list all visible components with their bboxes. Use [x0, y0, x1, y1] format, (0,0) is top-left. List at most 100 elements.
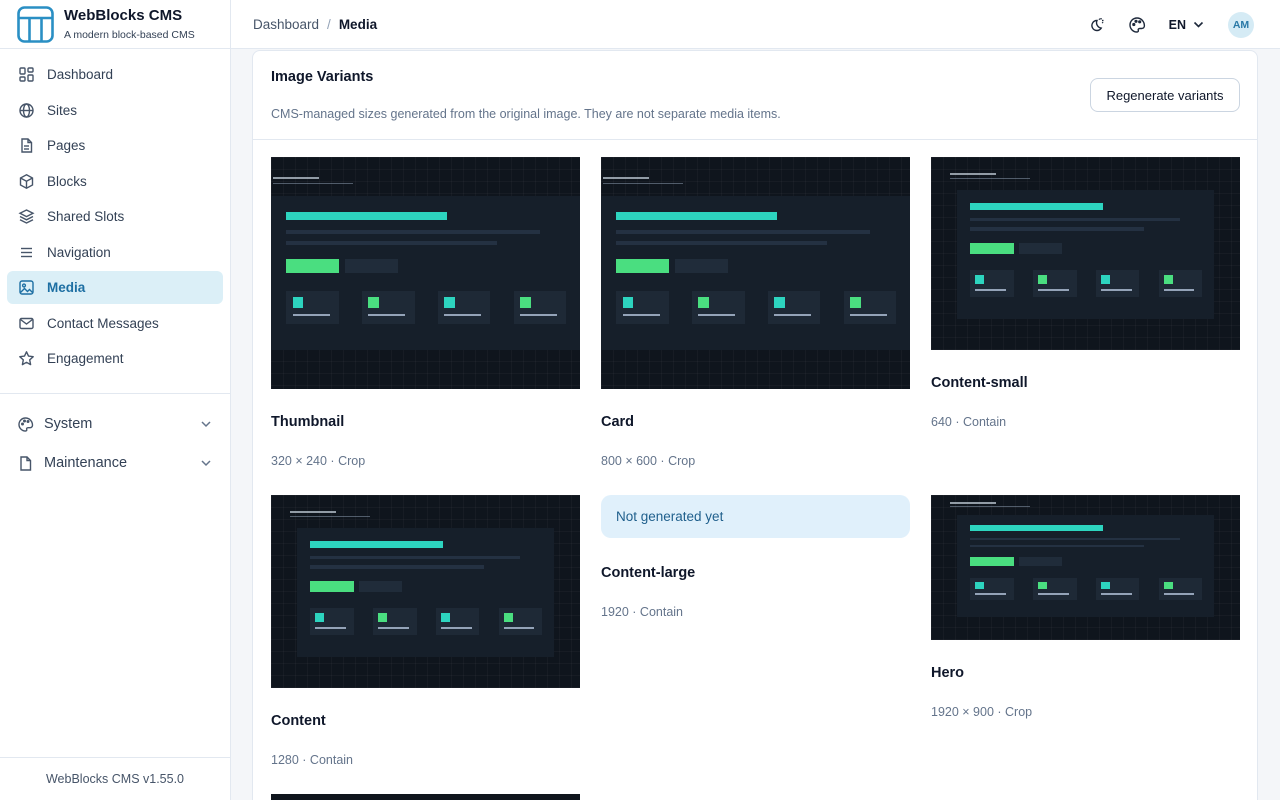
logo-icon — [17, 5, 54, 43]
sidebar-item-blocks[interactable]: Blocks — [7, 165, 223, 198]
star-icon — [19, 351, 34, 366]
preview-tile-icon — [378, 613, 388, 623]
preview-title-bar — [286, 211, 448, 221]
preview-tile-icon — [440, 613, 450, 623]
sidebar-nav: Dashboard Sites Pages Blocks Shared Slot… — [0, 49, 230, 481]
sidebar-item-pages[interactable]: Pages — [7, 129, 223, 162]
variant-preview-image[interactable] — [271, 495, 580, 688]
regenerate-variants-button[interactable]: Regenerate variants — [1090, 78, 1240, 112]
preview-tile-icon — [503, 613, 513, 623]
preview-tile-icon — [315, 613, 325, 623]
variant-content-small: Content-small 640 · Contain — [931, 157, 1240, 429]
preview-tile-text — [378, 627, 409, 630]
preview-primary-button — [616, 259, 669, 273]
variant-content: Content 1280 · Contain — [271, 495, 580, 767]
preview-tile-text — [1163, 289, 1195, 292]
palette-icon — [18, 416, 34, 432]
preview-primary-button — [310, 580, 354, 593]
preview-primary-button — [286, 259, 339, 273]
preview-tile-icon — [849, 297, 861, 309]
sidebar-item-shared-slots[interactable]: Shared Slots — [7, 200, 223, 233]
preview-tile-icon — [622, 297, 634, 309]
layers-icon — [18, 209, 35, 224]
nav-divider — [0, 393, 230, 394]
preview-tile-text — [975, 593, 1006, 596]
preview-tile-text — [1100, 289, 1132, 292]
variant-name: Card — [601, 414, 635, 430]
not-generated-status: Not generated yet — [601, 495, 910, 538]
variant-meta: 1920 × 900 · Crop — [931, 705, 1033, 719]
brand[interactable]: WebBlocks CMS A modern block-based CMS — [0, 0, 230, 49]
preview-tile-text — [292, 314, 330, 317]
variant-preview-image[interactable] — [271, 794, 580, 800]
language-selector[interactable]: EN — [1169, 18, 1205, 32]
menu-icon — [21, 247, 32, 257]
variant-meta: 1280 · Contain — [271, 753, 354, 767]
preview-tile-text — [1100, 593, 1132, 596]
chevron-down-icon — [201, 460, 211, 467]
preview-subheading — [949, 506, 1031, 508]
preview-title-bar — [310, 540, 444, 548]
variant-preview-image[interactable] — [931, 157, 1240, 350]
avatar[interactable]: AM — [1228, 11, 1254, 38]
preview-secondary-button — [358, 580, 403, 593]
preview-heading — [949, 502, 997, 505]
variant-meta: 1920 · Contain — [601, 605, 684, 619]
file-icon — [20, 455, 32, 471]
preview-title-bar — [970, 525, 1104, 532]
preview-tile-text — [849, 314, 887, 317]
variant-name: Thumbnail — [271, 414, 345, 430]
preview-tile-icon — [1038, 582, 1048, 590]
variant-thumbnail: Thumbnail 320 × 240 · Crop — [271, 157, 580, 468]
preview-text-line — [310, 565, 485, 569]
brand-title: WebBlocks CMS — [64, 6, 183, 24]
preview-text-line — [310, 556, 521, 560]
sidebar-item-navigation[interactable]: Navigation — [7, 236, 223, 269]
sidebar-item-dashboard[interactable]: Dashboard — [7, 58, 223, 91]
variant-meta: 800 × 600 · Crop — [601, 454, 696, 468]
sidebar-item-label: Sites — [47, 102, 78, 118]
breadcrumb-separator: / — [327, 16, 331, 32]
theme-toggle-icon[interactable] — [1087, 16, 1105, 34]
preview-subheading — [272, 182, 354, 184]
sidebar-item-label: Navigation — [47, 244, 111, 260]
variant-preview-image[interactable] — [931, 495, 1240, 640]
sidebar-item-engagement[interactable]: Engagement — [7, 342, 223, 375]
variant-preview-image[interactable] — [271, 157, 580, 389]
topbar-actions: EN AM — [1087, 0, 1254, 49]
sidebar-item-label: Dashboard — [47, 67, 114, 82]
sidebar-item-media[interactable]: Media — [7, 271, 223, 304]
preview-tile-text — [1163, 593, 1195, 596]
preview-tile-text — [368, 314, 406, 317]
preview-text-line — [286, 240, 497, 245]
panel-title: Image Variants — [271, 69, 374, 85]
preview-tile-text — [774, 314, 812, 317]
sidebar-item-label: Shared Slots — [47, 209, 125, 224]
preview-tile-icon — [1100, 582, 1110, 590]
sidebar-group-system[interactable]: System — [7, 406, 223, 442]
palette-icon[interactable] — [1128, 16, 1146, 34]
breadcrumb-dashboard-link[interactable]: Dashboard — [253, 17, 319, 32]
preview-primary-button — [970, 242, 1014, 255]
sidebar-group-maintenance[interactable]: Maintenance — [7, 445, 223, 481]
preview-tile-icon — [1163, 275, 1173, 285]
preview-secondary-button — [345, 259, 398, 273]
chevron-down-icon — [201, 421, 211, 428]
sidebar-item-contact-messages[interactable]: Contact Messages — [7, 307, 223, 340]
preview-tile-text — [315, 627, 346, 630]
preview-tile-text — [1038, 593, 1069, 596]
preview-tile-icon — [1100, 275, 1110, 285]
preview-tile-icon — [368, 297, 380, 309]
preview-tile-icon — [1038, 275, 1048, 285]
panel-description: CMS-managed sizes generated from the ori… — [271, 107, 781, 121]
page-icon — [21, 138, 33, 153]
preview-text-line — [970, 537, 1181, 541]
sidebar-item-label: Engagement — [47, 351, 124, 366]
variant-preview-image[interactable] — [601, 157, 910, 389]
preview-tile-icon — [444, 297, 455, 309]
preview-secondary-button — [1018, 242, 1063, 255]
variant-hero: Hero 1920 × 900 · Crop — [931, 495, 1240, 719]
sidebar-item-sites[interactable]: Sites — [7, 94, 223, 127]
language-label: EN — [1168, 17, 1186, 32]
preview-tile-icon — [519, 297, 531, 309]
